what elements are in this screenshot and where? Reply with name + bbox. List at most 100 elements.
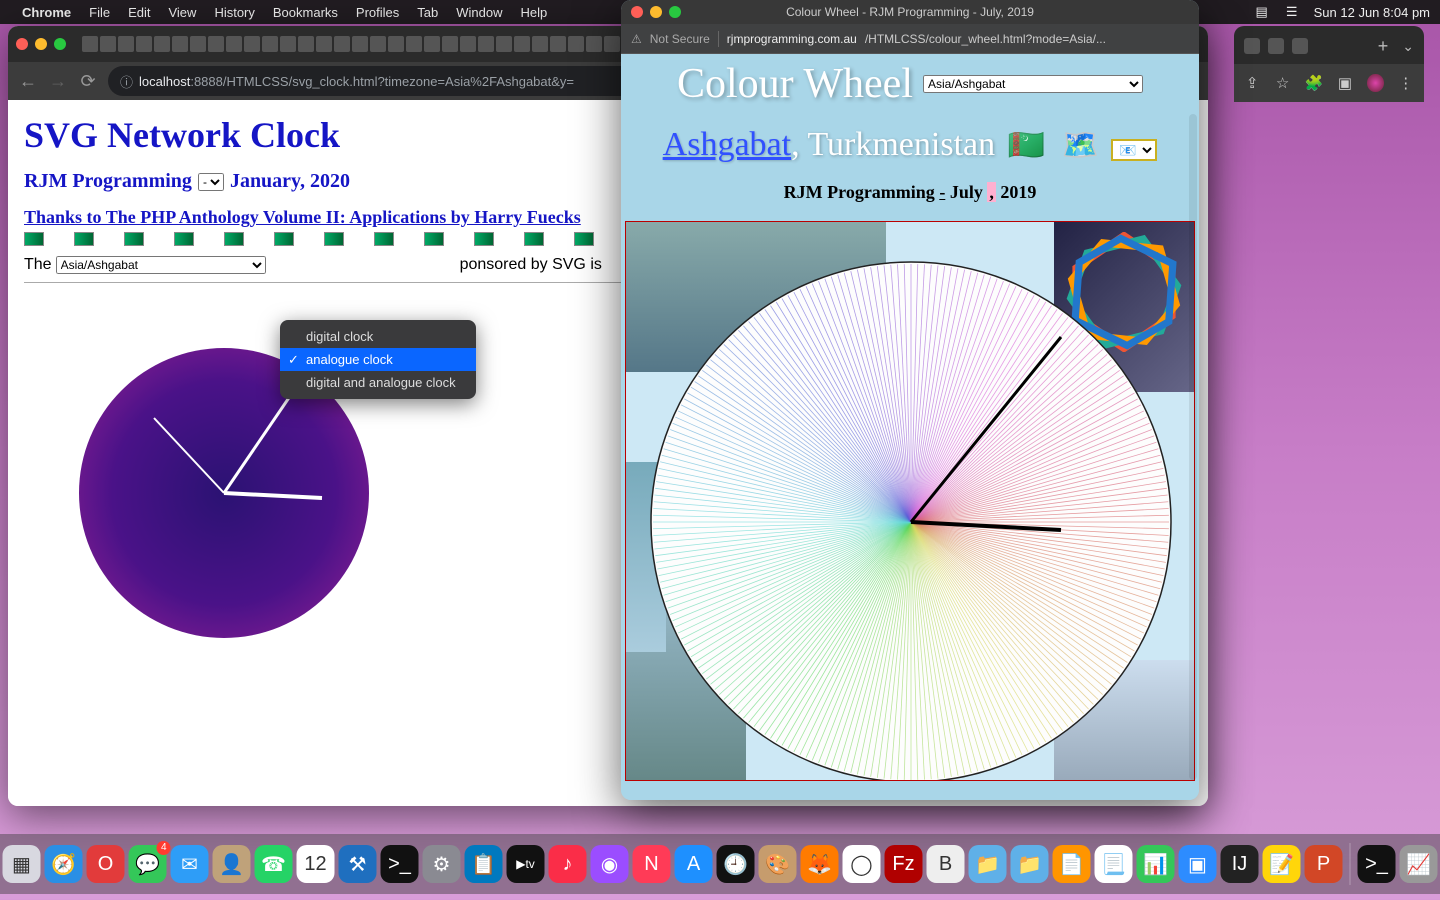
forward-icon[interactable]: → bbox=[48, 71, 68, 91]
menu-profiles[interactable]: Profiles bbox=[356, 5, 399, 20]
dock-firefox[interactable]: 🦊 bbox=[801, 845, 839, 883]
menu-view[interactable]: View bbox=[168, 5, 196, 20]
dock-news[interactable]: N bbox=[633, 845, 671, 883]
scrollbar[interactable] bbox=[1189, 114, 1197, 780]
flag-icon[interactable] bbox=[524, 232, 544, 246]
dock-palette[interactable]: 🎨 bbox=[759, 845, 797, 883]
menu-file[interactable]: File bbox=[89, 5, 110, 20]
window-zoom-icon[interactable] bbox=[54, 38, 66, 50]
browser-tab[interactable] bbox=[1244, 38, 1260, 54]
mini-select[interactable]: 📧 bbox=[1111, 139, 1157, 161]
dock-pages[interactable]: 📄 bbox=[1053, 845, 1091, 883]
menu-app[interactable]: Chrome bbox=[22, 5, 71, 20]
dock-podcasts[interactable]: ◉ bbox=[591, 845, 629, 883]
flag-icon[interactable] bbox=[124, 232, 144, 246]
browser-tab[interactable] bbox=[604, 36, 620, 52]
browser-tab[interactable] bbox=[298, 36, 314, 52]
browser-tab[interactable] bbox=[550, 36, 566, 52]
tab-overflow-icon[interactable]: ⌄ bbox=[1402, 38, 1414, 55]
browser-tab[interactable] bbox=[226, 36, 242, 52]
window-zoom-icon[interactable] bbox=[669, 6, 681, 18]
flag-icon[interactable] bbox=[74, 232, 94, 246]
browser-tab[interactable] bbox=[514, 36, 530, 52]
flag-icon[interactable] bbox=[474, 232, 494, 246]
dock-messages[interactable]: 💬4 bbox=[129, 845, 167, 883]
browser-tab[interactable] bbox=[244, 36, 260, 52]
url-host[interactable]: rjmprogramming.com.au bbox=[727, 32, 857, 46]
menu-tab[interactable]: Tab bbox=[417, 5, 438, 20]
browser-tab[interactable] bbox=[172, 36, 188, 52]
browser-tab[interactable] bbox=[406, 36, 422, 52]
dock-terminal2[interactable]: >_ bbox=[1358, 845, 1396, 883]
dock-contacts[interactable]: 👤 bbox=[213, 845, 251, 883]
browser-tab[interactable] bbox=[586, 36, 602, 52]
site-info-icon[interactable]: ⓘ bbox=[120, 72, 133, 91]
menu-help[interactable]: Help bbox=[521, 5, 548, 20]
location-link[interactable]: Ashgabat bbox=[663, 126, 791, 163]
not-secure-label[interactable]: Not Secure bbox=[650, 32, 710, 46]
dock-clock[interactable]: 🕘 bbox=[717, 845, 755, 883]
flag-icon[interactable] bbox=[574, 232, 594, 246]
flag-icon[interactable] bbox=[174, 232, 194, 246]
dock-textedit[interactable]: 📃 bbox=[1095, 845, 1133, 883]
dock-trello[interactable]: 📋 bbox=[465, 845, 503, 883]
browser-tab[interactable] bbox=[352, 36, 368, 52]
menu-window[interactable]: Window bbox=[456, 5, 502, 20]
tray-icon-1[interactable]: ▤ bbox=[1254, 4, 1270, 20]
menubar-clock[interactable]: Sun 12 Jun 8:04 pm bbox=[1314, 5, 1430, 20]
chrome-menu-icon[interactable]: ⋮ bbox=[1398, 74, 1414, 92]
dock-safari[interactable]: 🧭 bbox=[45, 845, 83, 883]
dock-numbers[interactable]: 📊 bbox=[1137, 845, 1175, 883]
dock-mail[interactable]: ✉︎ bbox=[171, 845, 209, 883]
browser-tab[interactable] bbox=[442, 36, 458, 52]
dock-tv[interactable]: ▶︎tv bbox=[507, 845, 545, 883]
browser-tab[interactable] bbox=[190, 36, 206, 52]
dock-activity[interactable]: 📈 bbox=[1400, 845, 1438, 883]
dock-notes[interactable]: 📝 bbox=[1263, 845, 1301, 883]
flag-icon[interactable] bbox=[374, 232, 394, 246]
reload-icon[interactable]: ⟳ bbox=[78, 71, 98, 91]
tray-icon-2[interactable]: ☰ bbox=[1284, 4, 1300, 20]
browser-tab[interactable] bbox=[154, 36, 170, 52]
back-icon[interactable]: ← bbox=[18, 71, 38, 91]
dock-powerpoint[interactable]: P bbox=[1305, 845, 1343, 883]
dropdown-option-digital[interactable]: digital clock bbox=[280, 325, 476, 348]
browser-tab[interactable] bbox=[208, 36, 224, 52]
browser-tab[interactable] bbox=[280, 36, 296, 52]
window-close-icon[interactable] bbox=[16, 38, 28, 50]
dock-whatsapp[interactable]: ☎︎ bbox=[255, 845, 293, 883]
flag-icon[interactable] bbox=[224, 232, 244, 246]
dropdown-option-both[interactable]: digital and analogue clock bbox=[280, 371, 476, 394]
browser-tab[interactable] bbox=[370, 36, 386, 52]
browser-tab[interactable] bbox=[100, 36, 116, 52]
window-titlebar[interactable]: Colour Wheel - RJM Programming - July, 2… bbox=[621, 0, 1199, 24]
dock-calendar[interactable]: 12 bbox=[297, 845, 335, 883]
window-minimize-icon[interactable] bbox=[35, 38, 47, 50]
browser-tab[interactable] bbox=[532, 36, 548, 52]
browser-tab[interactable] bbox=[262, 36, 278, 52]
dock-zoom[interactable]: ▣ bbox=[1179, 845, 1217, 883]
dock-chrome[interactable]: ◯ bbox=[843, 845, 881, 883]
browser-tab[interactable] bbox=[118, 36, 134, 52]
extensions-icon[interactable]: 🧩 bbox=[1305, 74, 1323, 92]
dock-launchpad[interactable]: ▦ bbox=[3, 845, 41, 883]
dock-xcode[interactable]: ⚒︎ bbox=[339, 845, 377, 883]
dock-folder2[interactable]: 📁 bbox=[1011, 845, 1049, 883]
subtitle-select[interactable]: - bbox=[198, 173, 224, 191]
menu-edit[interactable]: Edit bbox=[128, 5, 150, 20]
browser-tab[interactable] bbox=[136, 36, 152, 52]
dock-folder1[interactable]: 📁 bbox=[969, 845, 1007, 883]
dock-appstore[interactable]: A bbox=[675, 845, 713, 883]
browser-tab[interactable] bbox=[316, 36, 332, 52]
flag-icon[interactable] bbox=[274, 232, 294, 246]
browser-tab[interactable] bbox=[496, 36, 512, 52]
dock-idea[interactable]: IJ bbox=[1221, 845, 1259, 883]
dock-bold[interactable]: B bbox=[927, 845, 965, 883]
timezone-select[interactable]: Asia/Ashgabat bbox=[56, 256, 266, 274]
browser-tab[interactable] bbox=[82, 36, 98, 52]
dock-opera[interactable]: O bbox=[87, 845, 125, 883]
flag-icon[interactable] bbox=[324, 232, 344, 246]
menu-bookmarks[interactable]: Bookmarks bbox=[273, 5, 338, 20]
window-close-icon[interactable] bbox=[631, 6, 643, 18]
browser-tab[interactable] bbox=[460, 36, 476, 52]
